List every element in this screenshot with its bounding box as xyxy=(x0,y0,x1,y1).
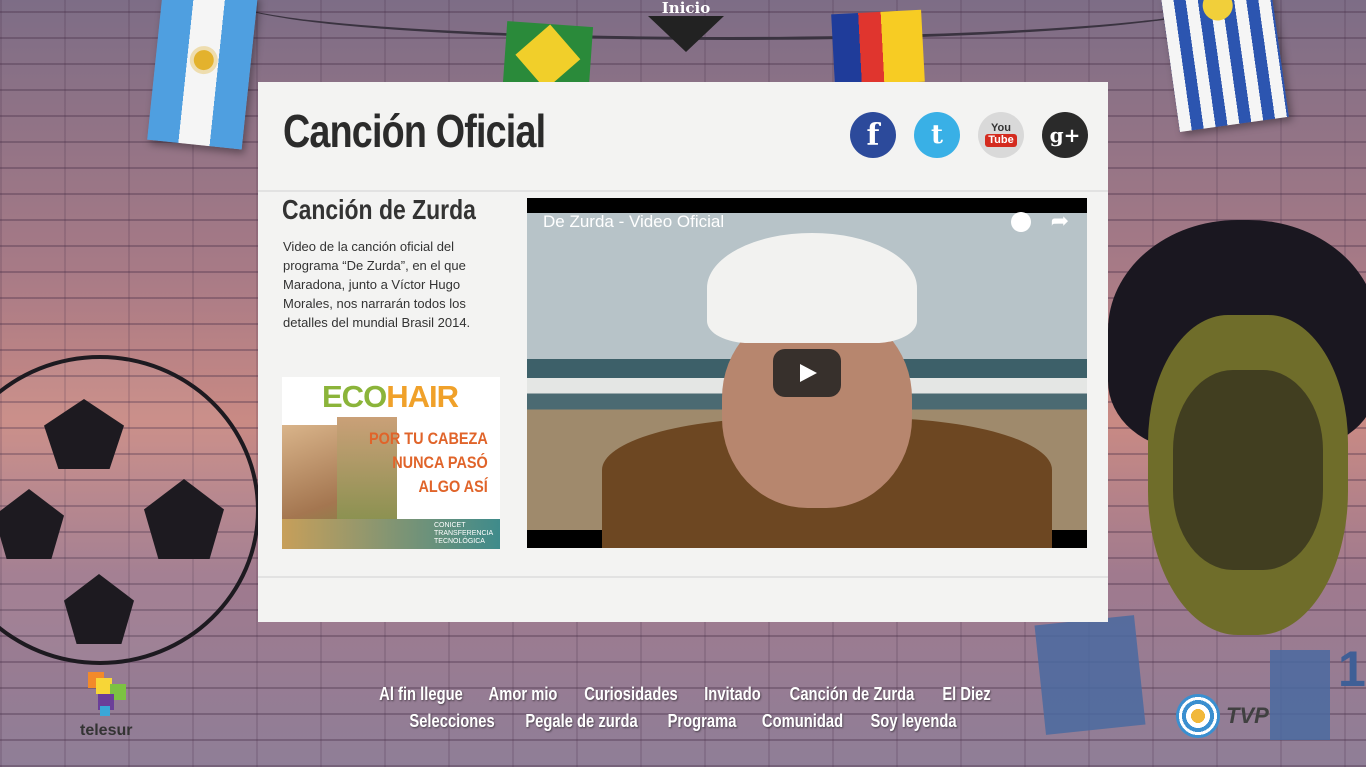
tvp-logo[interactable]: TVP xyxy=(1176,694,1269,738)
colombia-flag-image xyxy=(831,9,925,87)
section-title: Canción de Zurda xyxy=(282,194,476,225)
ecohair-ad-banner[interactable]: ECOHAIR POR TU CABEZA NUNCA PASÓ ALGO ASÍ … xyxy=(282,377,500,549)
ad-slogan: POR TU CABEZA NUNCA PASÓ ALGO ASÍ xyxy=(369,429,488,496)
divider xyxy=(258,190,1108,192)
social-links: f t You Tube g+ xyxy=(850,112,1088,158)
share-icon[interactable]: ➦ xyxy=(1051,208,1069,234)
brazil-flag-image xyxy=(502,21,594,90)
nav-link[interactable]: Comunidad xyxy=(761,711,842,732)
video-title[interactable]: De Zurda - Video Oficial xyxy=(543,212,724,232)
facebook-icon[interactable]: f xyxy=(850,112,896,158)
triangle-down-icon xyxy=(648,16,724,52)
youtube-icon[interactable]: You Tube xyxy=(978,112,1024,158)
ad-footer-text: CONICET TRANSFERENCIA TECNOLÓGICA xyxy=(434,522,493,545)
maradona-stencil-graphic xyxy=(1108,220,1366,640)
nav-link[interactable]: Pegale de zurda xyxy=(526,711,638,732)
nav-link[interactable]: Soy leyenda xyxy=(870,711,956,732)
tvp-emblem-icon xyxy=(1176,694,1220,738)
nav-link[interactable]: Al fin llegue xyxy=(380,684,464,705)
nav-link[interactable]: Programa xyxy=(667,711,736,732)
watch-later-icon[interactable] xyxy=(1011,212,1031,232)
play-button[interactable] xyxy=(773,349,841,397)
page-title: Canción Oficial xyxy=(283,105,546,157)
sun-icon xyxy=(192,49,215,72)
nav-link[interactable]: Invitado xyxy=(704,684,761,705)
inicio-button[interactable]: Inicio xyxy=(648,0,724,52)
twitter-icon[interactable]: t xyxy=(914,112,960,158)
bunting-string xyxy=(230,0,1230,40)
nav-link[interactable]: Curiosidades xyxy=(585,684,679,705)
googleplus-icon[interactable]: g+ xyxy=(1042,112,1088,158)
nav-link[interactable]: Selecciones xyxy=(410,711,495,732)
footer-nav-row-1: Al fin llegue Amor mio Curiosidades Invi… xyxy=(0,684,1366,705)
nav-link[interactable]: El Diez xyxy=(942,684,990,705)
section-description: Video de la canción oficial del programa… xyxy=(283,239,471,330)
nav-link[interactable]: Amor mio xyxy=(489,684,558,705)
ad-brand: ECOHAIR xyxy=(322,379,459,414)
uruguay-flag-image xyxy=(1161,0,1289,132)
nav-link[interactable]: Canción de Zurda xyxy=(789,684,914,705)
footer-nav-row-2: Selecciones Pegale de zurda Programa Com… xyxy=(0,711,1366,732)
main-panel: Canción Oficial f t You Tube g+ Canción d… xyxy=(258,82,1108,622)
argentina-flag-image xyxy=(147,0,258,150)
inicio-label: Inicio xyxy=(661,0,711,17)
youtube-video-player[interactable]: De Zurda - Video Oficial ➦ xyxy=(527,198,1087,548)
soccer-ball-graphic xyxy=(0,355,260,665)
